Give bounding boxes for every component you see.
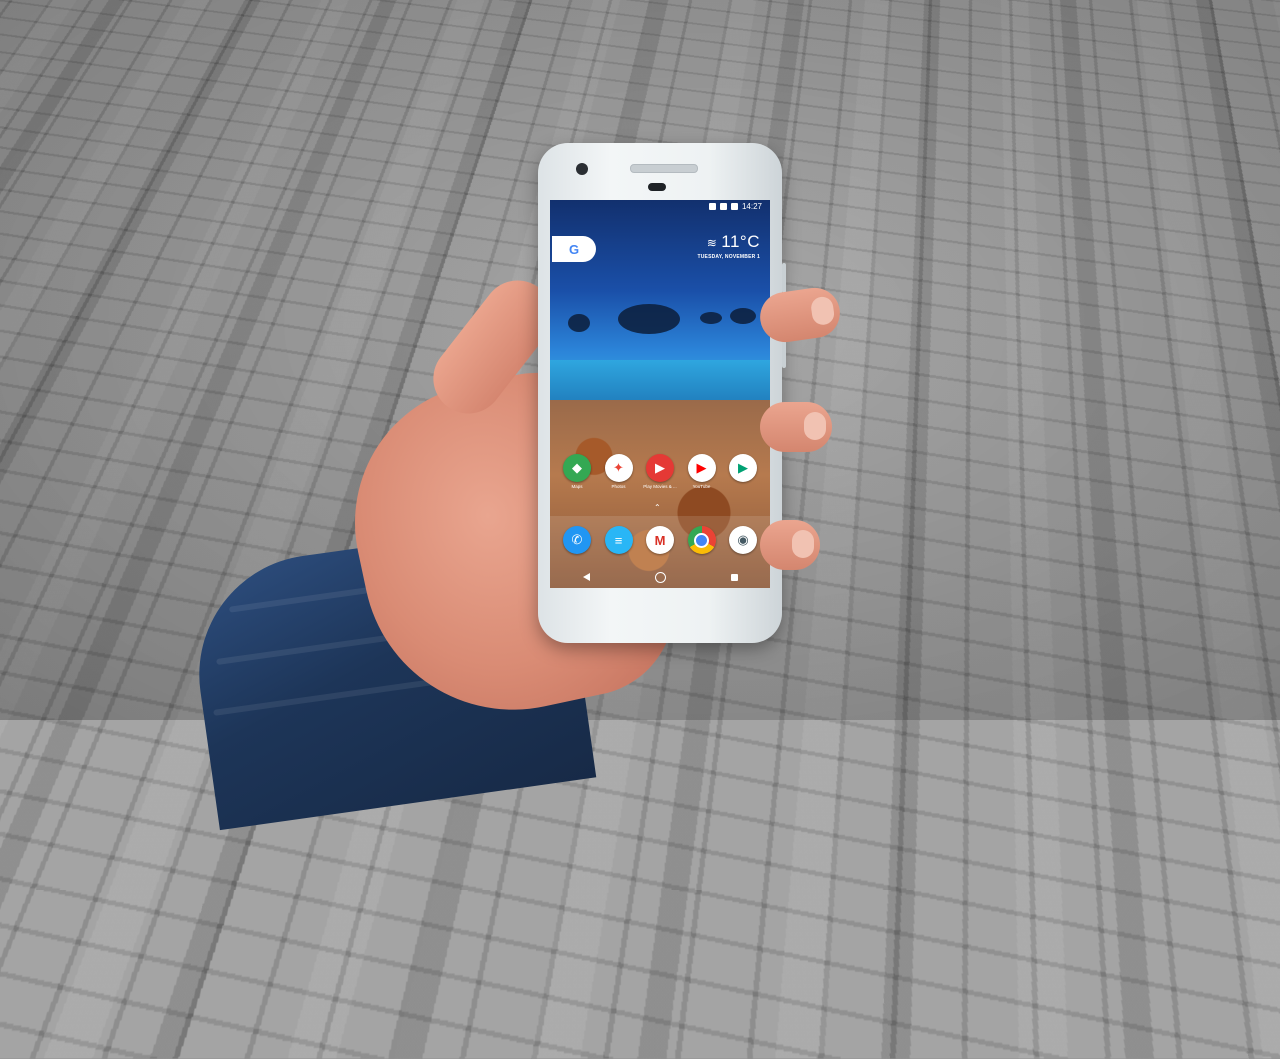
proximity-sensor <box>648 183 666 191</box>
wallpaper-islet <box>700 312 722 324</box>
app-shortcut[interactable]: ▶ YouTube <box>685 454 719 489</box>
status-bar: 14:27 <box>708 202 762 211</box>
messages-icon: ≡ <box>604 526 633 554</box>
hand-finger <box>760 402 832 452</box>
gmail-icon: M <box>646 526 674 554</box>
weather-widget[interactable]: ≋ 11°C TUESDAY, NOVEMBER 1 <box>697 232 760 260</box>
app-shortcut[interactable]: ◆ Maps <box>560 454 594 489</box>
navigation-bar <box>550 566 770 588</box>
camera-icon: ◉ <box>729 526 757 554</box>
weather-icon: ≋ <box>706 236 718 250</box>
youtube-icon: ▶ <box>687 454 716 482</box>
wallpaper-islet <box>618 304 680 334</box>
dock-shortcut[interactable]: M <box>643 526 677 554</box>
home-icon[interactable] <box>654 571 666 583</box>
photos-icon: ✦ <box>604 454 633 482</box>
back-icon[interactable] <box>582 573 590 581</box>
bluetooth-icon <box>719 203 727 210</box>
date-label: TUESDAY, NOVEMBER 1 <box>697 254 760 260</box>
app-shortcut[interactable]: ✦ Photos <box>602 454 636 489</box>
earpiece-speaker <box>630 164 698 173</box>
hand-finger <box>760 520 820 570</box>
app-label: Photos <box>611 484 626 489</box>
home-app-row: ◆ Maps ✦ Photos ▶ Play Movies & ... ▶ Yo… <box>560 454 760 489</box>
wallpaper-islet <box>730 308 756 324</box>
temperature: 11°C <box>721 232 760 251</box>
play-store-icon: ▶ <box>729 454 757 482</box>
app-drawer-arrow-icon[interactable]: ⌃ <box>654 503 662 512</box>
battery-icon <box>730 203 738 210</box>
recents-icon[interactable] <box>730 573 738 581</box>
google-icon: G <box>568 241 580 257</box>
app-label: YouTube <box>692 484 711 489</box>
phone-icon: ✆ <box>563 526 591 554</box>
app-shortcut[interactable]: ▶ Play Movies & ... <box>643 454 677 489</box>
dock-shortcut[interactable]: ≡ <box>602 526 636 554</box>
phone-screen: 14:27 G ≋ 11°C TUESDAY, NOVEMBER 1 ◆ Maps… <box>550 200 770 588</box>
front-camera <box>576 163 588 175</box>
wallpaper-islet <box>568 314 590 332</box>
google-search-pill[interactable]: G <box>552 236 596 262</box>
dock-shortcut[interactable]: ◉ <box>726 526 760 554</box>
maps-icon: ◆ <box>563 454 591 482</box>
play-movies-icon: ▶ <box>646 454 674 482</box>
dock-app-row: ✆ ≡ M ◉ <box>560 526 760 554</box>
app-shortcut[interactable]: ▶ <box>726 454 760 489</box>
power-button[interactable] <box>782 263 786 293</box>
chrome-icon <box>687 526 716 554</box>
status-time: 14:27 <box>741 202 762 211</box>
dock-shortcut[interactable]: ✆ <box>560 526 594 554</box>
smartphone: 14:27 G ≋ 11°C TUESDAY, NOVEMBER 1 ◆ Maps… <box>538 143 786 643</box>
app-label: Play Movies & ... <box>643 484 677 489</box>
app-label: Maps <box>571 484 583 489</box>
data-saver-icon <box>708 203 716 210</box>
dock-shortcut[interactable] <box>685 526 719 554</box>
